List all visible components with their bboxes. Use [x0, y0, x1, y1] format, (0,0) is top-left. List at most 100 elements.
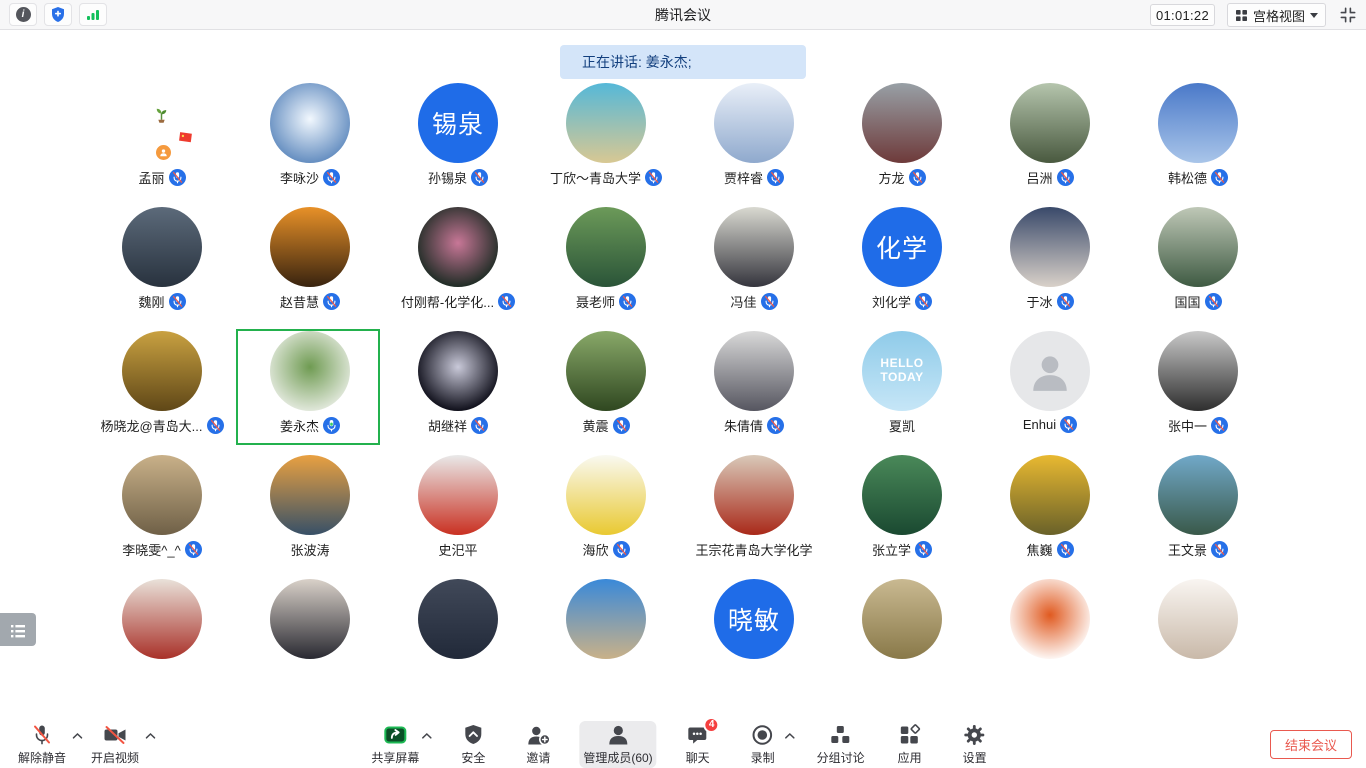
- exit-fullscreen-button[interactable]: [1338, 5, 1358, 25]
- participant-avatar: [1158, 207, 1238, 287]
- participant-tile[interactable]: 方龙: [828, 83, 976, 207]
- participant-tile[interactable]: [88, 579, 236, 660]
- settings-label: 设置: [963, 749, 987, 766]
- chat-label: 聊天: [686, 749, 710, 766]
- shield-plus-icon: [50, 6, 66, 23]
- participant-tile[interactable]: 史汜平: [384, 455, 532, 579]
- participant-name: 赵昔慧: [280, 292, 319, 311]
- participant-tile[interactable]: 冯佳: [680, 207, 828, 331]
- participant-name: 夏凯: [889, 416, 915, 435]
- participant-tile[interactable]: 张中一: [1124, 331, 1272, 455]
- chat-button[interactable]: 4 聊天: [674, 721, 722, 768]
- mic-muted-icon: [1057, 169, 1074, 186]
- participant-tile[interactable]: [976, 579, 1124, 660]
- participant-tile[interactable]: 王宗花青岛大学化学: [680, 455, 828, 579]
- participant-tile[interactable]: 张波涛: [236, 455, 384, 579]
- share-screen-button[interactable]: 共享屏幕: [367, 721, 423, 768]
- security-level-button[interactable]: [44, 3, 72, 26]
- participant-name: 焦巍: [1026, 540, 1052, 559]
- participant-tile[interactable]: 李晓雯^_^: [88, 455, 236, 579]
- network-signal-button[interactable]: [79, 3, 107, 26]
- manage-members-button[interactable]: 管理成员(60): [579, 721, 656, 768]
- participant-avatar: [1010, 579, 1090, 659]
- participant-tile[interactable]: 锡泉孙锡泉: [384, 83, 532, 207]
- mic-muted-icon: [909, 169, 926, 186]
- signal-bars-icon: [86, 8, 100, 21]
- participant-tile[interactable]: 朱倩倩: [680, 331, 828, 455]
- participant-name: 胡继祥: [428, 416, 467, 435]
- mic-muted-icon: [207, 417, 224, 434]
- participant-tile[interactable]: 王文景: [1124, 455, 1272, 579]
- participant-avatar: [122, 455, 202, 535]
- participant-avatar: [270, 579, 350, 659]
- participant-name: 国国: [1174, 292, 1200, 311]
- participant-tile[interactable]: 晓敏: [680, 579, 828, 660]
- participant-tile[interactable]: [532, 579, 680, 660]
- participant-name: 海欣: [582, 540, 608, 559]
- participant-name: 杨晓龙@青岛大...: [100, 416, 202, 435]
- apps-button[interactable]: 应用: [886, 721, 934, 768]
- participant-name: 韩松德: [1168, 168, 1207, 187]
- participant-tile[interactable]: 李咏沙: [236, 83, 384, 207]
- mic-muted-icon: [323, 293, 340, 310]
- unmute-button[interactable]: 解除静音: [14, 721, 70, 768]
- settings-button[interactable]: 设置: [951, 721, 999, 768]
- participant-tile[interactable]: 海欣: [532, 455, 680, 579]
- participant-tile[interactable]: 贾梓睿: [680, 83, 828, 207]
- security-button[interactable]: 安全: [449, 721, 497, 768]
- participant-name: 张波涛: [290, 540, 329, 559]
- end-meeting-button[interactable]: 结束会议: [1270, 730, 1352, 759]
- list-icon: [9, 621, 27, 639]
- chevron-down-icon: [1310, 13, 1318, 18]
- participant-avatar: [714, 83, 794, 163]
- record-button[interactable]: 录制: [739, 721, 787, 768]
- participant-tile[interactable]: 聂老师: [532, 207, 680, 331]
- participant-tile[interactable]: 于冰: [976, 207, 1124, 331]
- participant-avatar: [714, 455, 794, 535]
- participant-avatar: [1010, 455, 1090, 535]
- participant-tile[interactable]: [236, 579, 384, 660]
- video-options-chevron[interactable]: [145, 732, 156, 740]
- participant-tile[interactable]: HELLOTODAY夏凯: [828, 331, 976, 455]
- record-options-chevron[interactable]: [785, 732, 796, 740]
- view-selector-label: 宫格视图: [1253, 6, 1305, 25]
- participant-tile[interactable]: 杨晓龙@青岛大...: [88, 331, 236, 455]
- member-list-toggle-button[interactable]: [0, 613, 36, 646]
- participant-tile[interactable]: 魏刚: [88, 207, 236, 331]
- audio-options-chevron[interactable]: [72, 732, 83, 740]
- participant-avatar: [566, 579, 646, 659]
- invite-button[interactable]: 邀请: [514, 721, 562, 768]
- mic-muted-icon: [767, 169, 784, 186]
- participant-tile[interactable]: 丁欣～青岛大学: [532, 83, 680, 207]
- participant-tile[interactable]: 韩松德: [1124, 83, 1272, 207]
- meeting-info-button[interactable]: i: [9, 3, 37, 26]
- grid-view-icon: [1235, 9, 1248, 22]
- participant-tile[interactable]: Enhui: [976, 331, 1124, 455]
- share-options-chevron[interactable]: [421, 732, 432, 740]
- participant-name: 刘化学: [872, 292, 911, 311]
- participant-tile[interactable]: 姜永杰: [236, 331, 384, 455]
- meeting-window: i 腾讯会议 01:01:22 宫格视图: [0, 0, 1366, 768]
- participant-tile[interactable]: 吕洲: [976, 83, 1124, 207]
- start-video-button[interactable]: 开启视频: [87, 721, 143, 768]
- participant-tile[interactable]: 焦巍: [976, 455, 1124, 579]
- view-selector[interactable]: 宫格视图: [1227, 3, 1326, 27]
- participant-tile[interactable]: 赵昔慧: [236, 207, 384, 331]
- mic-muted-icon: [471, 169, 488, 186]
- participant-tile[interactable]: 胡继祥: [384, 331, 532, 455]
- participant-tile[interactable]: 黄震: [532, 331, 680, 455]
- participant-avatar: [1158, 83, 1238, 163]
- share-screen-icon: [382, 723, 408, 747]
- participant-tile[interactable]: 付刚帮-化学化...: [384, 207, 532, 331]
- participant-avatar: [1010, 207, 1090, 287]
- mic-speaking-icon: [323, 417, 340, 434]
- participant-tile[interactable]: 张立学: [828, 455, 976, 579]
- participant-tile[interactable]: [1124, 579, 1272, 660]
- breakout-rooms-label: 分组讨论: [817, 749, 865, 766]
- participant-tile[interactable]: 国国: [1124, 207, 1272, 331]
- breakout-rooms-button[interactable]: 分组讨论: [813, 721, 869, 768]
- participant-tile[interactable]: 化学刘化学: [828, 207, 976, 331]
- participant-tile[interactable]: [828, 579, 976, 660]
- participant-tile[interactable]: [384, 579, 532, 660]
- participant-tile[interactable]: 孟丽: [88, 83, 236, 207]
